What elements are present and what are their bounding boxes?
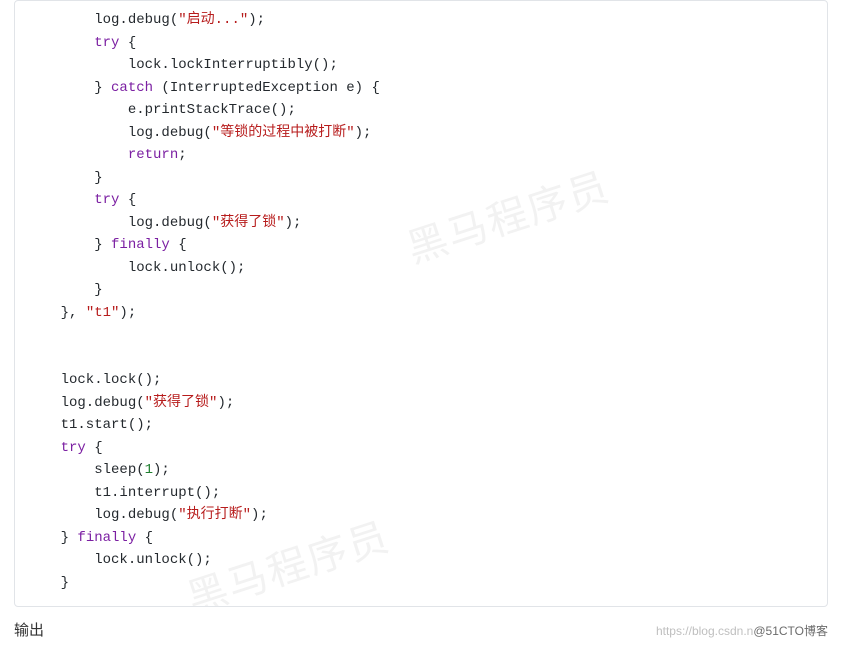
code-line: [27, 347, 815, 370]
code-line: try {: [27, 189, 815, 212]
code-line: log.debug("等锁的过程中被打断");: [27, 122, 815, 145]
footer-row: 输出 https://blog.csdn.n@51CTO博客: [14, 607, 828, 644]
code-line: lock.lock();: [27, 369, 815, 392]
code-line: t1.interrupt();: [27, 482, 815, 505]
attribution: https://blog.csdn.n@51CTO博客: [656, 622, 828, 639]
code-line: log.debug("启动...");: [27, 9, 815, 32]
code-line: lock.lockInterruptibly();: [27, 54, 815, 77]
code-line: }: [27, 279, 815, 302]
code-line: t1.start();: [27, 414, 815, 437]
code-line: try {: [27, 32, 815, 55]
attribution-dark: @51CTO博客: [753, 624, 828, 638]
code-line: log.debug("获得了锁");: [27, 212, 815, 235]
code-line: return;: [27, 144, 815, 167]
code-line: log.debug("执行打断");: [27, 504, 815, 527]
code-block: 黑马程序员 黑马程序员 log.debug("启动..."); try { lo…: [14, 0, 828, 607]
code-line: } catch (InterruptedException e) {: [27, 77, 815, 100]
code-line: } finally {: [27, 234, 815, 257]
code-line: log.debug("获得了锁");: [27, 392, 815, 415]
code-line: [27, 324, 815, 347]
code-line: lock.unlock();: [27, 257, 815, 280]
code-line: lock.unlock();: [27, 549, 815, 572]
code-line: sleep(1);: [27, 459, 815, 482]
code-line: e.printStackTrace();: [27, 99, 815, 122]
code-line: try {: [27, 437, 815, 460]
output-heading: 输出: [14, 619, 44, 640]
code-line: }: [27, 167, 815, 190]
code-line: } finally {: [27, 527, 815, 550]
code-line: }: [27, 572, 815, 595]
attribution-faint: https://blog.csdn.n: [656, 624, 753, 638]
code-line: }, "t1");: [27, 302, 815, 325]
